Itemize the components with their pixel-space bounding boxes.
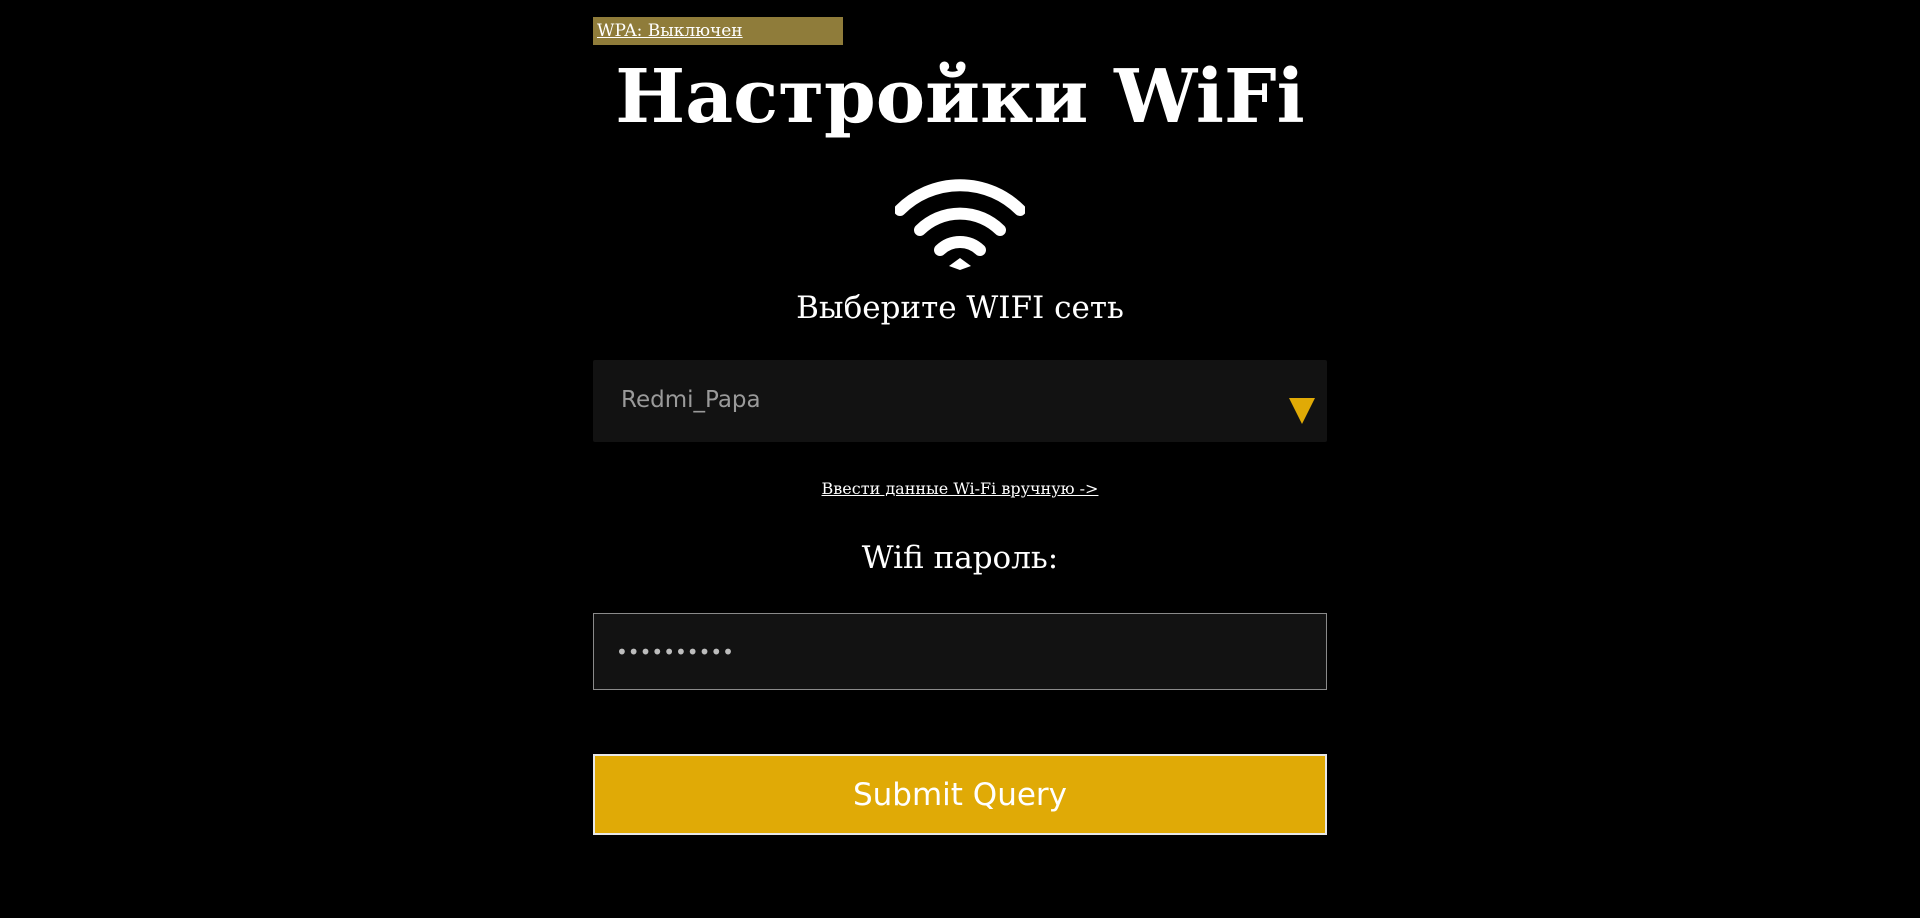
manual-entry-row: Ввести данные Wi-Fi вручную -> bbox=[593, 478, 1327, 500]
network-select[interactable]: Redmi_Papa bbox=[593, 360, 1327, 442]
select-network-label: Выберите WIFI сеть bbox=[796, 290, 1124, 326]
password-label: Wifi пароль: bbox=[861, 540, 1059, 576]
wifi-settings-form: WPA: Выключен Настройки WiFi Выберите WI… bbox=[593, 0, 1327, 918]
page-title: Настройки WiFi bbox=[615, 54, 1305, 140]
wpa-status-link[interactable]: WPA: Выключен bbox=[593, 17, 843, 45]
manual-entry-link[interactable]: Ввести данные Wi-Fi вручную -> bbox=[822, 479, 1099, 498]
selected-network: Redmi_Papa bbox=[621, 387, 761, 413]
submit-button[interactable]: Submit Query bbox=[593, 754, 1327, 835]
password-field[interactable] bbox=[593, 613, 1327, 690]
dropdown-arrow-icon bbox=[1289, 398, 1315, 424]
wifi-icon bbox=[895, 179, 1025, 270]
